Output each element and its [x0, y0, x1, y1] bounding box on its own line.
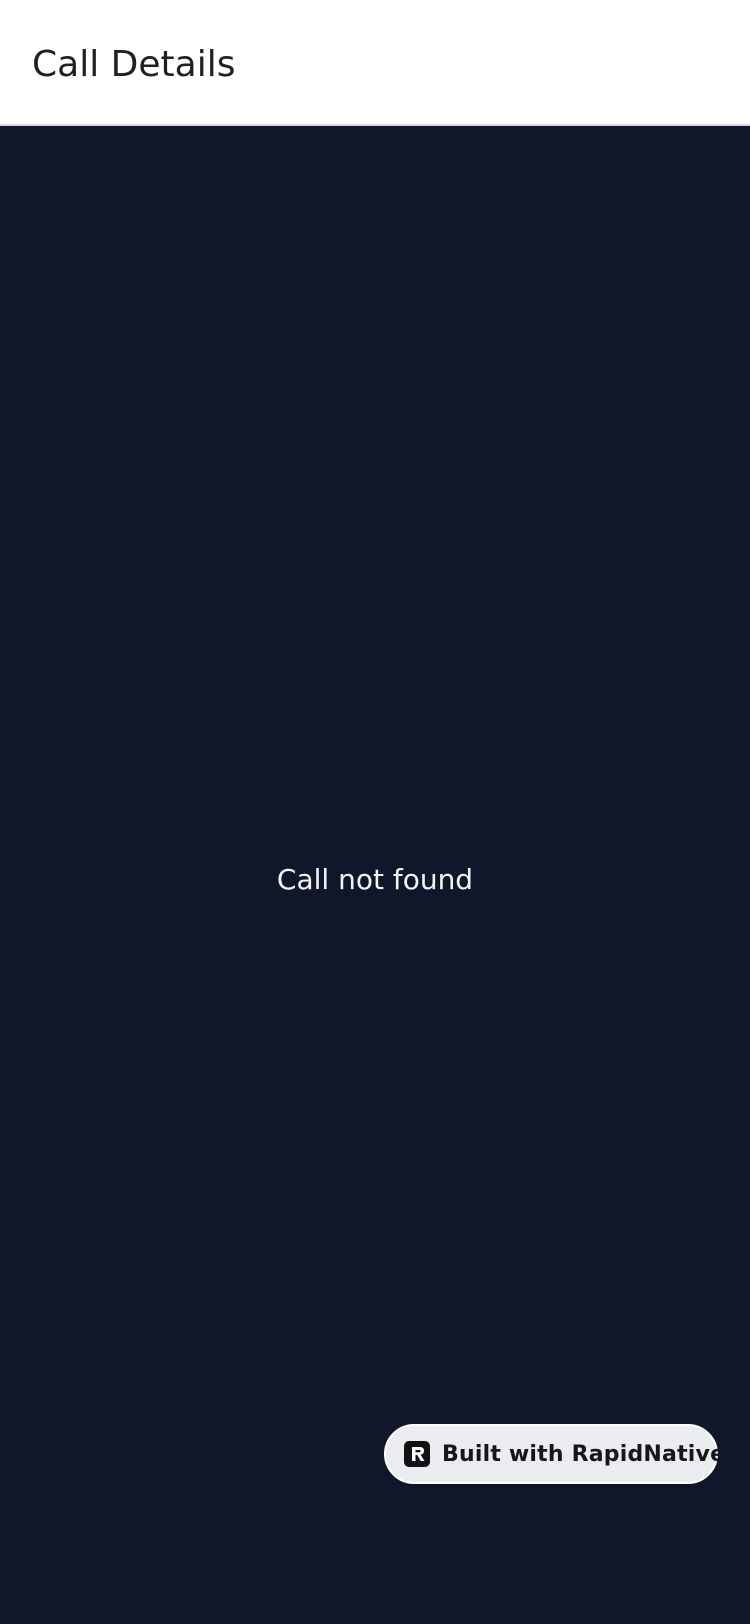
built-with-rapidnative-badge[interactable]: Built with RapidNative — [384, 1424, 725, 1484]
page-title: Call Details — [32, 44, 236, 85]
top-header: Call Details — [0, 0, 750, 126]
badge-label: Built with RapidNative — [442, 1441, 726, 1467]
call-not-found-message: Call not found — [276, 863, 474, 896]
content-area: Call not found — [0, 126, 750, 1624]
rapidnative-logo-icon — [404, 1441, 430, 1467]
